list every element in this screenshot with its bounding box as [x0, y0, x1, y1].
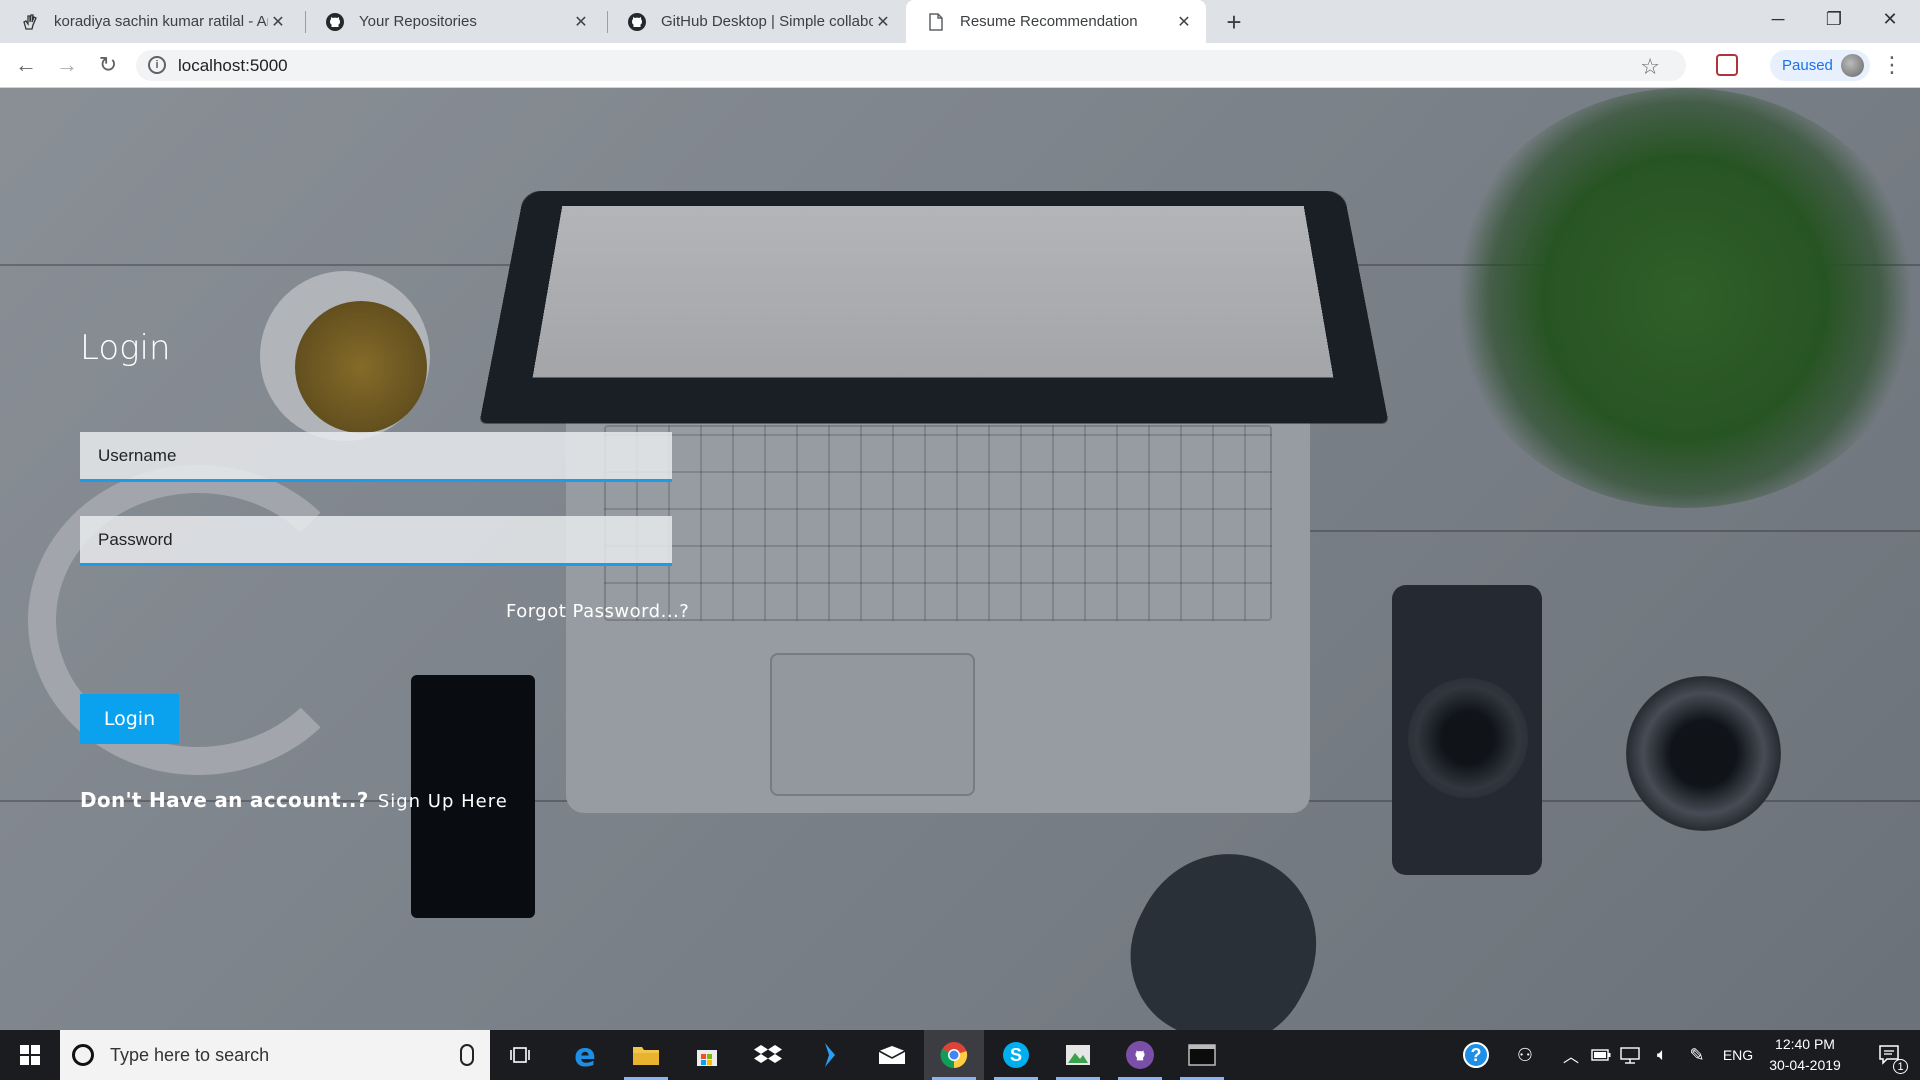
close-tab-icon[interactable]: ✕: [268, 12, 288, 32]
chevron-up-icon[interactable]: ︿: [1558, 1030, 1584, 1080]
close-tab-icon[interactable]: ✕: [873, 12, 893, 32]
tab-resume-recommendation[interactable]: Resume Recommendation ✕: [906, 0, 1206, 43]
forward-icon[interactable]: →: [51, 49, 83, 81]
tab-title: Resume Recommendation: [960, 13, 1138, 30]
tab-arrow-profile[interactable]: koradiya sachin kumar ratilal - Ar ✕: [0, 0, 300, 43]
restore-icon[interactable]: ❐: [1806, 0, 1862, 38]
hand-emoji-icon: [20, 12, 40, 32]
edge-icon[interactable]: e: [555, 1030, 615, 1080]
clock-date: 30-04-2019: [1769, 1057, 1841, 1073]
file-explorer-icon[interactable]: [616, 1030, 676, 1080]
github-desktop-icon[interactable]: [1110, 1030, 1170, 1080]
page-viewport: Login Forgot Password...? Login Don't Ha…: [0, 88, 1920, 1030]
reload-icon[interactable]: ↻: [92, 49, 124, 81]
new-tab-button[interactable]: +: [1220, 7, 1248, 37]
tab-title: Your Repositories: [359, 13, 477, 30]
page-icon: [926, 12, 946, 32]
clock-time: 12:40 PM: [1775, 1036, 1835, 1052]
tab-your-repositories[interactable]: Your Repositories ✕: [305, 0, 603, 43]
start-button[interactable]: [0, 1030, 60, 1080]
browser-toolbar: ← → ↻ i localhost:5000 ☆ Paused ⋮: [0, 43, 1920, 88]
taskbar-clock[interactable]: 12:40 PM 30-04-2019: [1760, 1034, 1850, 1076]
cortana-icon: [72, 1044, 94, 1066]
photos-app-icon[interactable]: [1048, 1030, 1108, 1080]
minimize-icon[interactable]: ─: [1750, 0, 1806, 38]
site-info-icon[interactable]: i: [148, 56, 166, 74]
forgot-password-link[interactable]: Forgot Password...?: [506, 601, 689, 622]
store-icon[interactable]: [677, 1030, 737, 1080]
no-account-text: Don't Have an account..?: [80, 788, 369, 812]
microphone-icon[interactable]: [460, 1044, 474, 1066]
task-view-icon[interactable]: [490, 1030, 550, 1080]
windows-logo-icon: [20, 1045, 40, 1065]
network-icon[interactable]: [1616, 1030, 1644, 1080]
password-input[interactable]: [80, 516, 672, 566]
tab-github-desktop[interactable]: GitHub Desktop | Simple collabor ✕: [607, 0, 905, 43]
windows-taskbar: Type here to search e S ? ⚇ ︿ 🔈︎ ✎ ENG 1…: [0, 1030, 1920, 1080]
language-indicator[interactable]: ENG: [1718, 1030, 1758, 1080]
bookmark-star-icon[interactable]: ☆: [1640, 54, 1660, 80]
taskbar-search-box[interactable]: Type here to search: [60, 1030, 490, 1080]
action-center-icon[interactable]: 1: [1866, 1030, 1914, 1080]
github-icon: [627, 12, 647, 32]
pen-workspace-icon[interactable]: ✎: [1682, 1030, 1712, 1080]
skype-icon[interactable]: S: [986, 1030, 1046, 1080]
chrome-icon[interactable]: [924, 1030, 984, 1080]
help-icon[interactable]: ?: [1456, 1030, 1496, 1080]
battery-icon[interactable]: [1588, 1030, 1614, 1080]
github-icon: [325, 12, 345, 32]
mail-icon[interactable]: [862, 1030, 922, 1080]
browser-tab-strip: koradiya sachin kumar ratilal - Ar ✕ You…: [0, 0, 1920, 43]
dropbox-icon[interactable]: [738, 1030, 798, 1080]
username-input[interactable]: [80, 432, 672, 482]
login-button[interactable]: Login: [80, 694, 179, 744]
browser-menu-icon[interactable]: ⋮: [1880, 52, 1904, 78]
command-prompt-icon[interactable]: [1172, 1030, 1232, 1080]
visual-studio-code-icon[interactable]: [800, 1030, 860, 1080]
notification-count-badge: 1: [1893, 1059, 1908, 1074]
back-icon[interactable]: ←: [10, 49, 42, 81]
search-placeholder: Type here to search: [110, 1044, 270, 1065]
close-tab-icon[interactable]: ✕: [1174, 12, 1194, 32]
url-text: localhost:5000: [178, 56, 288, 75]
people-icon[interactable]: ⚇: [1510, 1030, 1540, 1080]
close-window-icon[interactable]: ✕: [1862, 0, 1918, 38]
sign-up-link[interactable]: Sign Up Here: [378, 791, 508, 812]
pocket-extension-icon[interactable]: [1716, 54, 1738, 76]
address-bar[interactable]: i localhost:5000 ☆: [136, 50, 1686, 81]
avatar: [1841, 54, 1864, 77]
profile-status: Paused: [1782, 57, 1833, 74]
profile-button[interactable]: Paused: [1770, 50, 1870, 81]
signup-row: Don't Have an account..? Sign Up Here: [80, 788, 508, 812]
volume-icon[interactable]: 🔈︎: [1648, 1030, 1676, 1080]
login-title: Login: [80, 328, 171, 368]
close-tab-icon[interactable]: ✕: [571, 12, 591, 32]
tab-title: GitHub Desktop | Simple collabor: [661, 13, 873, 30]
tab-title: koradiya sachin kumar ratilal - Ar: [54, 13, 268, 30]
